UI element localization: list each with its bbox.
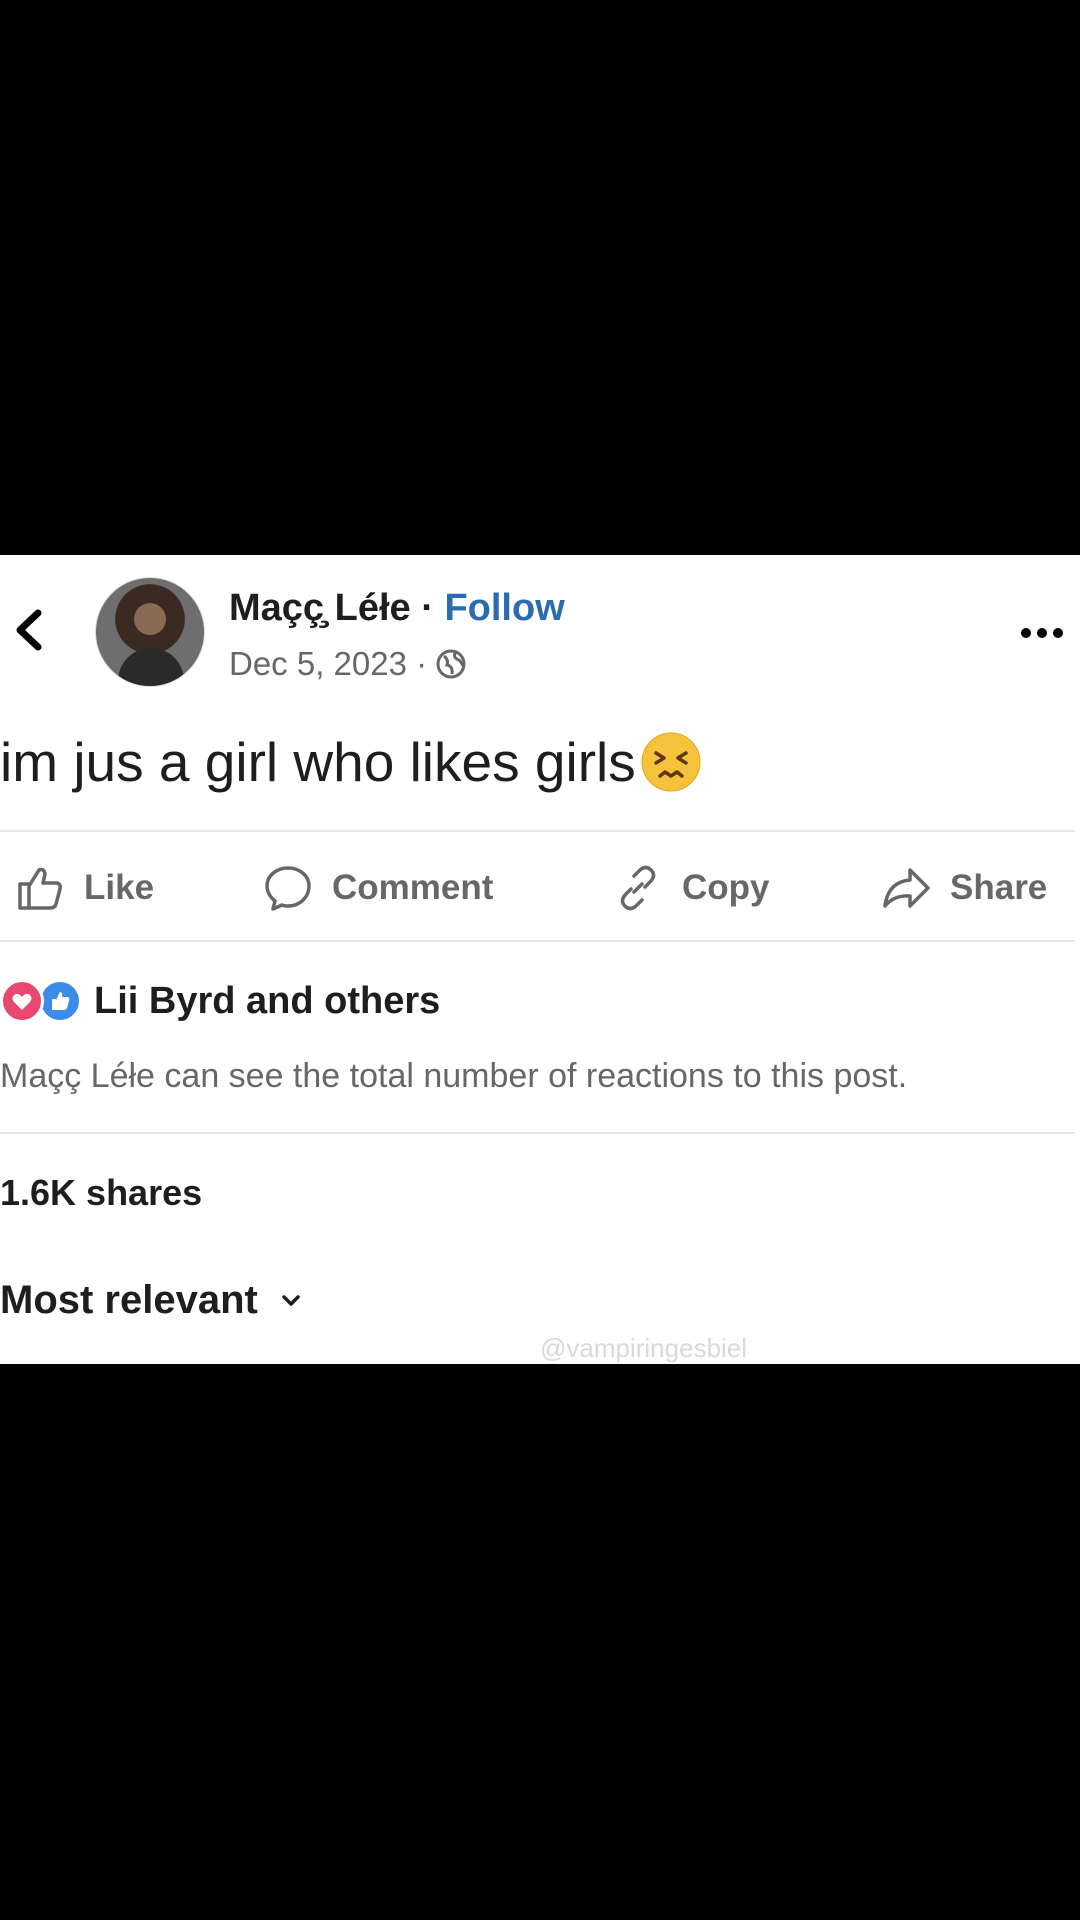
divider-bottom	[0, 1132, 1075, 1134]
globe-icon	[436, 649, 466, 679]
post-text: im jus a girl who likes girls	[0, 730, 702, 794]
comment-label: Comment	[332, 868, 494, 907]
back-button[interactable]	[8, 605, 48, 655]
chevron-down-icon	[282, 1294, 300, 1306]
shares-count[interactable]: 1.6K shares	[0, 1172, 202, 1214]
watermark: @vampiringesbiel	[540, 1333, 748, 1363]
love-reaction-icon	[0, 979, 44, 1023]
share-button[interactable]: Share	[880, 858, 1047, 918]
sort-dropdown[interactable]: Most relevant	[0, 1278, 304, 1323]
post-header: Maçç̧ Léłe · Follow	[229, 587, 565, 630]
persevering-face-emoji	[641, 732, 701, 792]
comment-button[interactable]: Comment	[262, 858, 493, 918]
author-name[interactable]: Maçç̧ Léłe	[229, 587, 411, 629]
post-date[interactable]: Dec 5, 2023 ·	[229, 645, 427, 683]
like-button[interactable]: Like	[14, 858, 154, 918]
reaction-names[interactable]: Lii Byrd and others	[94, 980, 440, 1023]
sort-label: Most relevant	[0, 1278, 258, 1322]
post-meta: Dec 5, 2023 ·	[229, 645, 467, 683]
copy-link-icon	[620, 865, 656, 911]
divider-middle	[0, 940, 1075, 942]
copy-label: Copy	[682, 868, 770, 907]
copy-button[interactable]: Copy	[612, 858, 770, 918]
share-label: Share	[950, 868, 1048, 907]
share-icon	[883, 868, 930, 908]
like-icon	[18, 867, 62, 910]
separator-dot: ·	[421, 587, 434, 629]
post-body: im jus a girl who likes girls	[0, 731, 636, 793]
more-options-icon[interactable]	[1018, 623, 1066, 643]
reactions-summary[interactable]: Lii Byrd and others	[0, 977, 440, 1025]
like-label: Like	[84, 868, 155, 907]
comment-icon	[265, 866, 311, 911]
back-arrow-icon	[16, 609, 42, 651]
divider-top	[0, 830, 1075, 832]
follow-link[interactable]: Follow	[444, 587, 564, 629]
like-reaction-icon	[38, 979, 82, 1023]
author-avatar[interactable]	[95, 577, 205, 687]
reaction-note: Maçç Léłe can see the total number of re…	[0, 1057, 908, 1095]
